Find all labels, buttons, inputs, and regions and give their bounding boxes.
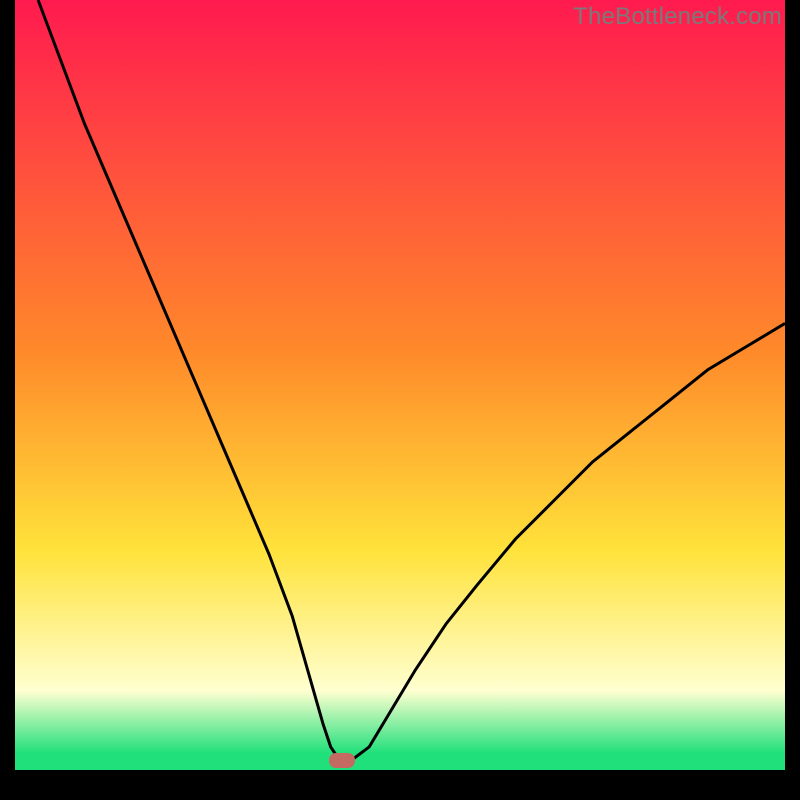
bottleneck-plot bbox=[15, 0, 785, 785]
gradient-background bbox=[15, 0, 785, 785]
optimal-point-marker bbox=[329, 753, 355, 768]
chart-frame bbox=[15, 0, 785, 785]
bottom-border bbox=[15, 770, 785, 785]
watermark-text: TheBottleneck.com bbox=[573, 3, 782, 31]
